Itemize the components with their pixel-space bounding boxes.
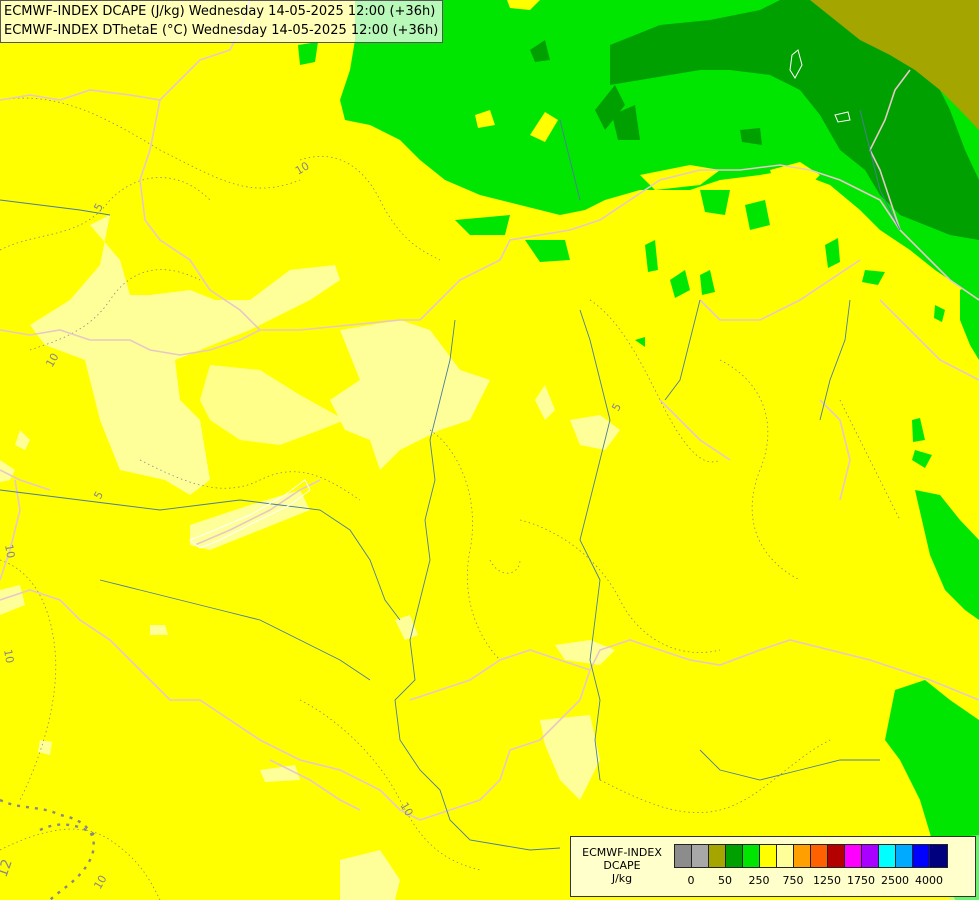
legend-tick-label: 50: [718, 874, 732, 887]
legend-swatch: [913, 845, 930, 867]
legend-swatch: [811, 845, 828, 867]
legend-swatch: [709, 845, 726, 867]
legend-swatch: [743, 845, 760, 867]
legend-tick-label: 1250: [813, 874, 841, 887]
legend-swatch: [879, 845, 896, 867]
legend-swatch: [692, 845, 709, 867]
legend-tick-label: 750: [782, 874, 804, 887]
legend-tick-label: 1750: [847, 874, 875, 887]
legend-swatch: [896, 845, 913, 867]
legend: ECMWF-INDEX DCAPE J/kg 0 50 250 750 1250 1750…: [570, 836, 976, 897]
legend-title-line2: DCAPE: [603, 859, 641, 872]
title-line-dthetae: ECMWF-INDEX DThetaE (°C) Wednesday 14-05…: [4, 23, 439, 38]
legend-swatch: [675, 845, 692, 867]
legend-swatch: [930, 845, 947, 867]
legend-tick-label: 2500: [881, 874, 909, 887]
legend-title-line1: ECMWF-INDEX: [582, 846, 662, 859]
title-line-dcape: ECMWF-INDEX DCAPE (J/kg) Wednesday 14-05…: [4, 4, 436, 19]
dcape-map: 10 5 10 5 5 10 10 12 10 10: [0, 0, 979, 900]
legend-swatch: [862, 845, 879, 867]
legend-tick-label: 0: [687, 874, 695, 887]
legend-tick-labels: 0 50 250 750 1250 1750 2500 4000: [571, 874, 975, 888]
legend-tick-label: 4000: [915, 874, 943, 887]
legend-swatch: [760, 845, 777, 867]
legend-swatch: [726, 845, 743, 867]
legend-swatch: [777, 845, 794, 867]
legend-swatch: [845, 845, 862, 867]
contour-label: 10: [1, 648, 16, 664]
legend-swatch: [828, 845, 845, 867]
contour-label: 10: [2, 543, 17, 559]
legend-swatch: [794, 845, 811, 867]
legend-tick-label: 250: [748, 874, 770, 887]
map-title-box: ECMWF-INDEX DCAPE (J/kg) Wednesday 14-05…: [0, 0, 444, 43]
legend-color-scale: [674, 844, 948, 868]
